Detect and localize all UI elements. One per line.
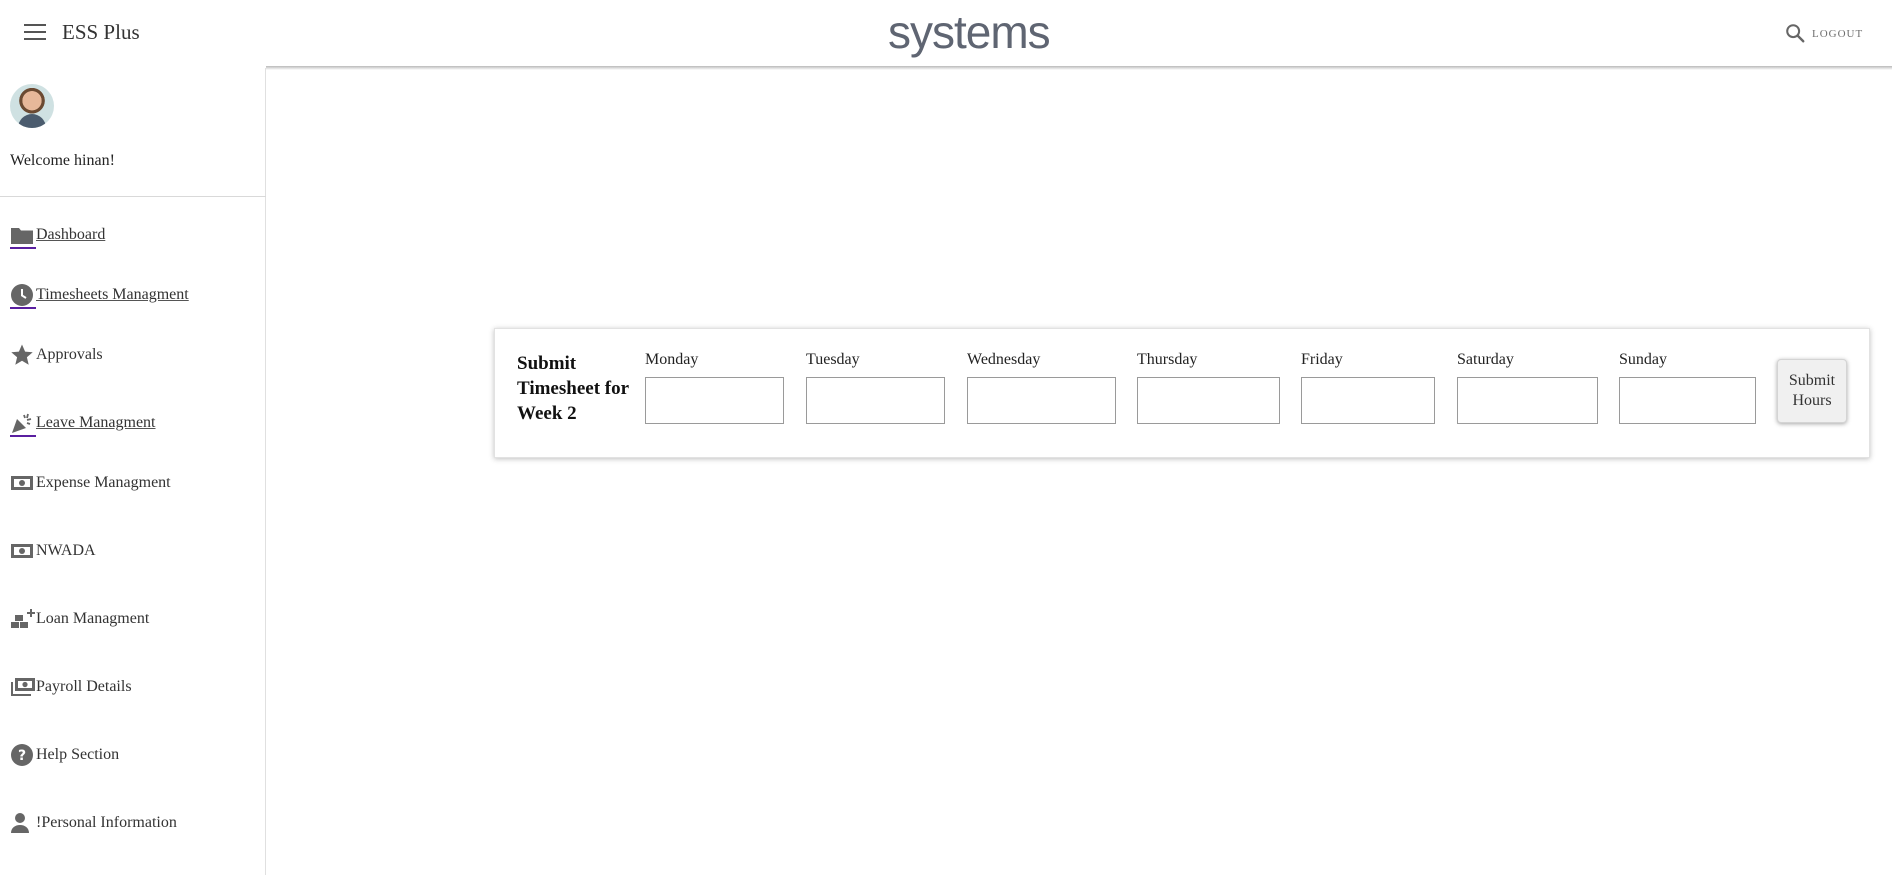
money-icon — [10, 540, 36, 562]
payments-icon — [10, 676, 36, 698]
sidebar-item-label: !Personal Information — [36, 814, 177, 831]
day-label: Saturday — [1457, 351, 1514, 368]
sidebar-divider — [0, 196, 266, 197]
welcome-text: Welcome hinan! — [10, 152, 115, 169]
sidebar-item-timesheets[interactable]: Timesheets Managment — [10, 284, 189, 309]
sidebar-item-personal-info[interactable]: !Personal Information — [10, 812, 177, 834]
tuesday-hours-input[interactable] — [806, 377, 945, 424]
day-friday: Friday — [1301, 351, 1435, 424]
day-saturday: Saturday — [1457, 351, 1598, 424]
day-label: Monday — [645, 351, 699, 368]
thursday-hours-input[interactable] — [1137, 377, 1280, 424]
sidebar-item-label: Loan Managment — [36, 610, 150, 627]
day-label: Tuesday — [806, 351, 860, 368]
sidebar-item-label: NWADA — [36, 542, 96, 559]
day-label: Thursday — [1137, 351, 1198, 368]
day-wednesday: Wednesday — [967, 351, 1116, 424]
day-label: Sunday — [1619, 351, 1667, 368]
money-icon — [10, 472, 36, 494]
day-tuesday: Tuesday — [806, 351, 945, 424]
sidebar-item-label: Expense Managment — [36, 474, 171, 491]
logout-link[interactable]: LOGOUT — [1812, 25, 1863, 42]
clock-icon — [10, 284, 36, 309]
saturday-hours-input[interactable] — [1457, 377, 1598, 424]
search-icon[interactable] — [1784, 22, 1806, 44]
submit-hours-button[interactable]: Submit Hours — [1777, 359, 1847, 423]
sidebar-item-expense[interactable]: Expense Managment — [10, 472, 171, 494]
sidebar-item-label: Dashboard — [36, 226, 106, 243]
app-title: ESS Plus — [62, 20, 140, 44]
sidebar-item-help[interactable]: ? Help Section — [10, 744, 119, 766]
sidebar-item-label: Approvals — [36, 346, 103, 363]
sidebar-item-label: Leave Managment — [36, 414, 156, 431]
sidebar-item-label: Payroll Details — [36, 678, 132, 695]
sidebar-item-leave[interactable]: Leave Managment — [10, 412, 156, 437]
help-icon: ? — [10, 744, 36, 766]
menu-icon[interactable] — [24, 24, 46, 42]
sidebar-item-label: Help Section — [36, 746, 120, 763]
day-label: Wednesday — [967, 351, 1041, 368]
sidebar-item-approvals[interactable]: Approvals — [10, 344, 103, 366]
folder-icon — [10, 224, 36, 249]
person-icon — [10, 812, 36, 834]
day-sunday: Sunday — [1619, 351, 1756, 424]
sidebar-item-payroll[interactable]: Payroll Details — [10, 676, 132, 698]
avatar — [10, 84, 54, 128]
day-label: Friday — [1301, 351, 1343, 368]
celebration-icon — [10, 412, 36, 437]
sidebar-item-nwada[interactable]: NWADA — [10, 540, 96, 562]
sidebar-item-dashboard[interactable]: Dashboard — [10, 224, 106, 249]
topbar-shadow — [266, 66, 1892, 70]
monday-hours-input[interactable] — [645, 377, 784, 424]
sidebar-item-label: Timesheets Managment — [36, 286, 189, 303]
loan-icon — [10, 608, 36, 630]
svg-text:?: ? — [18, 748, 26, 764]
wednesday-hours-input[interactable] — [967, 377, 1116, 424]
day-monday: Monday — [645, 351, 784, 424]
sidebar: Welcome hinan! Dashboard Timesheets Mana… — [0, 68, 266, 875]
sunday-hours-input[interactable] — [1619, 377, 1756, 424]
timesheet-title: Submit Timesheet for Week 2 — [517, 353, 629, 424]
brand-logo: systems — [888, 6, 1051, 58]
star-icon — [10, 344, 36, 366]
friday-hours-input[interactable] — [1301, 377, 1435, 424]
top-app-bar: ESS Plus systems LOGOUT — [0, 0, 1892, 68]
day-thursday: Thursday — [1137, 351, 1280, 424]
timesheet-card: Submit Timesheet for Week 2 Monday Tuesd… — [494, 328, 1870, 458]
sidebar-item-loan[interactable]: Loan Managment — [10, 608, 149, 630]
